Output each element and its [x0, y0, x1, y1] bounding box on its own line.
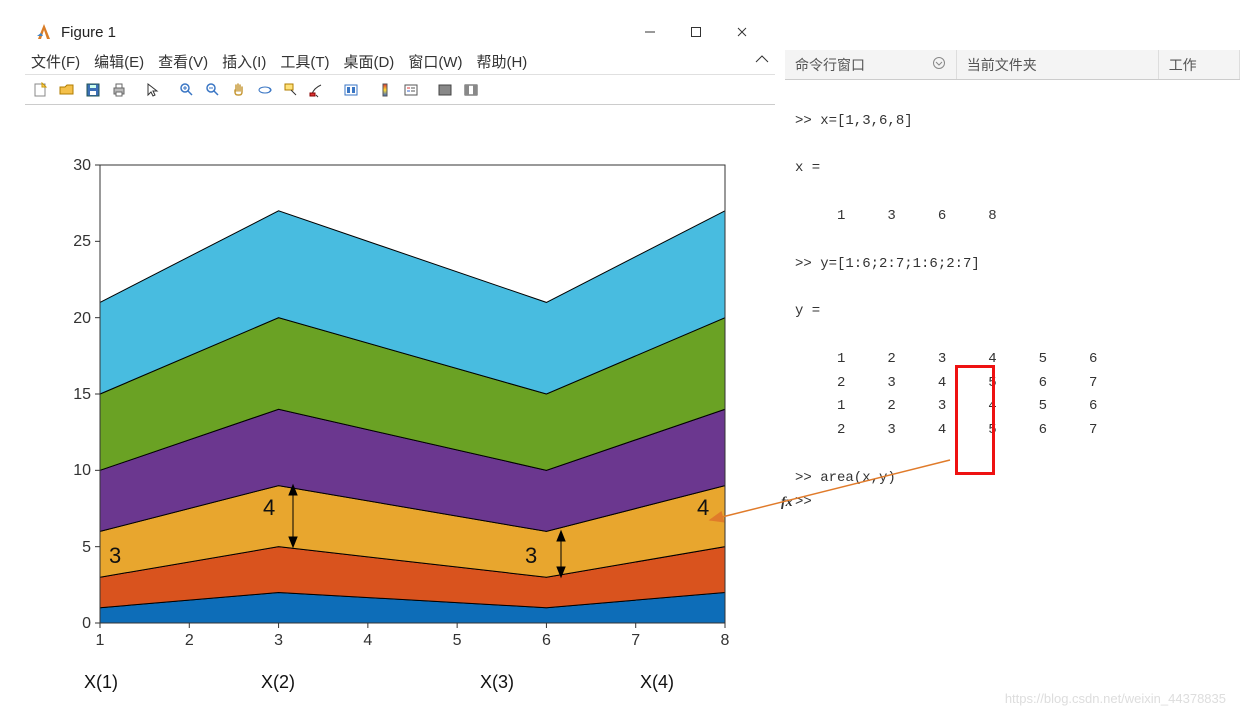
- docked-panes: 命令行窗口 当前文件夹 工作 >> x=[1,3,6,8] x = 1 3 6 …: [785, 50, 1240, 538]
- svg-text:7: 7: [631, 632, 640, 649]
- ann-2: 4: [263, 495, 275, 520]
- watermark: https://blog.csdn.net/weixin_44378835: [1005, 691, 1226, 706]
- new-figure-icon[interactable]: [29, 78, 53, 102]
- svg-text:0: 0: [82, 615, 91, 632]
- cmd-line: 1 3 6 8: [795, 208, 997, 224]
- menubar-overflow-icon[interactable]: [755, 53, 769, 71]
- close-button[interactable]: [719, 19, 765, 45]
- ann-3: 3: [525, 543, 537, 568]
- x-sample-2: X(2): [261, 672, 295, 693]
- insert-colorbar-icon[interactable]: [373, 78, 397, 102]
- cmd-line: 1 2 3 4 5 6: [795, 398, 1097, 414]
- cmd-line: >> y=[1:6;2:7;1:6;2:7]: [795, 256, 980, 272]
- cmd-line: 1 2 3 4 5 6: [795, 351, 1097, 367]
- cmd-line: x =: [795, 160, 820, 176]
- svg-text:10: 10: [73, 462, 91, 479]
- insert-legend-icon[interactable]: [399, 78, 423, 102]
- menu-file[interactable]: 文件(F): [31, 51, 80, 72]
- x-sample-1: X(1): [84, 672, 118, 693]
- rotate3d-icon[interactable]: [253, 78, 277, 102]
- cmd-line: >> area(x,y): [795, 470, 896, 486]
- pane-tabs: 命令行窗口 当前文件夹 工作: [785, 50, 1240, 80]
- axes[interactable]: 0 5 10 15 20 25 30 1 2 3 4 5 6 7 8: [25, 105, 775, 675]
- data-cursor-icon[interactable]: [279, 78, 303, 102]
- tab-label: 工作: [1169, 55, 1197, 75]
- svg-text:15: 15: [73, 386, 91, 403]
- window-title: Figure 1: [61, 24, 627, 41]
- svg-text:8: 8: [721, 632, 730, 649]
- svg-text:5: 5: [453, 632, 462, 649]
- svg-text:6: 6: [542, 632, 551, 649]
- pan-icon[interactable]: [227, 78, 251, 102]
- maximize-button[interactable]: [673, 19, 719, 45]
- svg-text:2: 2: [185, 632, 194, 649]
- menu-desktop[interactable]: 桌面(D): [343, 51, 394, 72]
- link-data-icon[interactable]: [339, 78, 363, 102]
- print-icon[interactable]: [107, 78, 131, 102]
- svg-text:5: 5: [82, 539, 91, 556]
- zoom-out-icon[interactable]: [201, 78, 225, 102]
- menu-insert[interactable]: 插入(I): [222, 51, 266, 72]
- matlab-icon: [35, 23, 53, 41]
- tab-label: 当前文件夹: [967, 55, 1037, 75]
- hide-plot-tools-icon[interactable]: [433, 78, 457, 102]
- x-sample-3: X(3): [480, 672, 514, 693]
- ann-1: 3: [109, 543, 121, 568]
- svg-text:25: 25: [73, 233, 91, 250]
- open-icon[interactable]: [55, 78, 79, 102]
- tab-command-window[interactable]: 命令行窗口: [785, 50, 957, 79]
- tab-current-folder[interactable]: 当前文件夹: [957, 50, 1159, 79]
- tab-workspace[interactable]: 工作: [1159, 50, 1240, 79]
- cmd-prompt: >>: [795, 494, 820, 510]
- cmd-line: 2 3 4 5 6 7: [795, 422, 1097, 438]
- dropdown-icon[interactable]: [932, 56, 946, 73]
- ann-4: 4: [697, 495, 709, 520]
- toolbar: [25, 75, 775, 105]
- save-icon[interactable]: [81, 78, 105, 102]
- menu-edit[interactable]: 编辑(E): [94, 51, 144, 72]
- pointer-icon[interactable]: [141, 78, 165, 102]
- figure-window: Figure 1 文件(F) 编辑(E) 查看(V) 插入(I) 工具(T) 桌…: [25, 15, 775, 675]
- cmd-line: 2 3 4 5 6 7: [795, 375, 1097, 391]
- svg-text:4: 4: [363, 632, 372, 649]
- titlebar: Figure 1: [25, 15, 775, 49]
- svg-text:3: 3: [274, 632, 283, 649]
- zoom-in-icon[interactable]: [175, 78, 199, 102]
- show-plot-tools-icon[interactable]: [459, 78, 483, 102]
- cmd-line: >> x=[1,3,6,8]: [795, 113, 913, 129]
- svg-text:30: 30: [73, 157, 91, 174]
- x-sample-4: X(4): [640, 672, 674, 693]
- menu-help[interactable]: 帮助(H): [476, 51, 527, 72]
- command-window[interactable]: >> x=[1,3,6,8] x = 1 3 6 8 >> y=[1:6;2:7…: [785, 80, 1240, 538]
- brush-icon[interactable]: [305, 78, 329, 102]
- svg-text:20: 20: [73, 310, 91, 327]
- cmd-line: y =: [795, 303, 820, 319]
- tab-label: 命令行窗口: [795, 55, 865, 75]
- menu-window[interactable]: 窗口(W): [408, 51, 462, 72]
- svg-text:1: 1: [96, 632, 105, 649]
- area-chart: 0 5 10 15 20 25 30 1 2 3 4 5 6 7 8: [25, 105, 775, 675]
- minimize-button[interactable]: [627, 19, 673, 45]
- menu-view[interactable]: 查看(V): [158, 51, 208, 72]
- menubar: 文件(F) 编辑(E) 查看(V) 插入(I) 工具(T) 桌面(D) 窗口(W…: [25, 49, 775, 75]
- fx-icon[interactable]: fx: [781, 491, 793, 515]
- menu-tools[interactable]: 工具(T): [280, 51, 329, 72]
